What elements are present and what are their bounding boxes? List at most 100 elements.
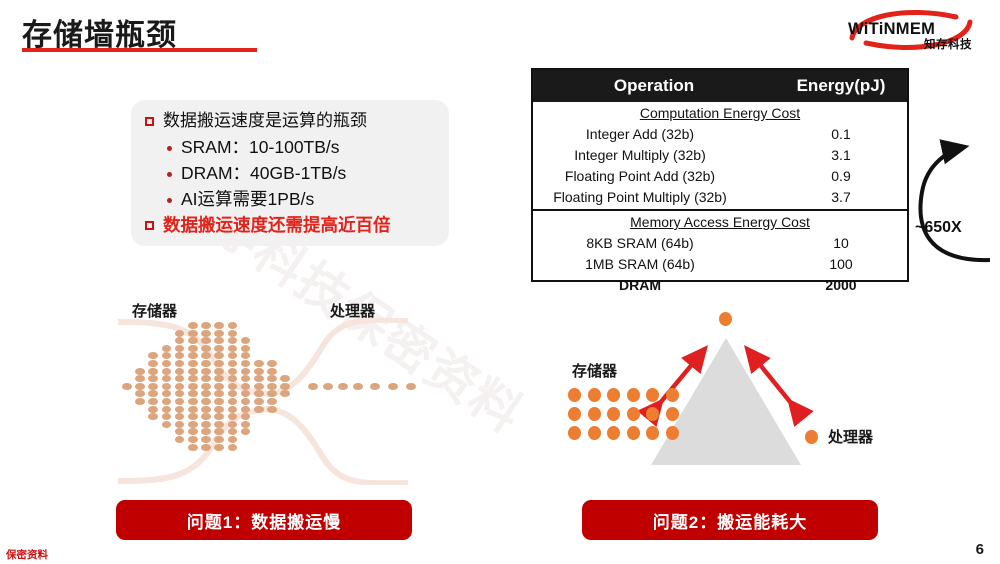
- table-header-row: Operation Energy(pJ): [533, 70, 907, 102]
- funnel-dot: [254, 367, 264, 375]
- funnel-dot: [201, 337, 211, 345]
- funnel-dot: [227, 382, 238, 390]
- funnel-stream-dot: [353, 382, 363, 390]
- funnel-dot: [201, 413, 211, 421]
- funnel-dot: [214, 443, 224, 451]
- funnel-dot: [161, 360, 172, 367]
- mountain-label-memory: 存储器: [572, 363, 618, 380]
- funnel-dot: [188, 436, 198, 443]
- funnel-dot: [240, 382, 251, 390]
- funnel-dot: [201, 344, 211, 352]
- cell-operation: Floating Point Multiply (32b): [553, 188, 727, 205]
- cell-operation: Floating Point Add (32b): [564, 167, 716, 184]
- bullet-item: DRAM：40GB-1TB/s: [141, 162, 449, 184]
- funnel-dot: [174, 382, 185, 390]
- funnel-dot: [254, 375, 264, 383]
- funnel-dot: [227, 367, 238, 375]
- memory-dot: [646, 388, 659, 402]
- funnel-dot: [188, 367, 198, 375]
- funnel-dot: [227, 329, 238, 337]
- funnel-dot: [201, 360, 211, 367]
- bullet-item: 数据搬运速度还需提高近百倍: [141, 214, 449, 236]
- cell-operation: DRAM: [619, 276, 661, 293]
- funnel-dot: [280, 382, 290, 390]
- funnel-dot: [201, 382, 211, 390]
- memory-dot: [626, 388, 640, 402]
- bullet-panel: 数据搬运速度是运算的瓶颈 SRAM：10-100TB/s DRAM：40GB-1…: [131, 100, 449, 246]
- funnel-stream-dot: [338, 382, 348, 390]
- memory-dot: [568, 388, 581, 402]
- funnel-dot: [267, 360, 277, 367]
- funnel-dot: [188, 344, 198, 352]
- problem-2-pill[interactable]: 问题2：搬运能耗大: [582, 500, 878, 540]
- funnel-dot: [188, 413, 198, 421]
- funnel-dot: [214, 329, 224, 337]
- problem-1-pill[interactable]: 问题1：数据搬运慢: [116, 500, 412, 540]
- funnel-stream-dot: [323, 382, 333, 390]
- funnel-dot: [201, 398, 211, 405]
- bullet-text-emphasis: 数据搬运速度还需提高近百倍: [163, 215, 391, 235]
- funnel-dot: [135, 382, 145, 390]
- table-section-title: Computation Energy Cost: [639, 105, 801, 121]
- funnel-dot: [161, 398, 172, 405]
- memory-dot: [607, 407, 620, 421]
- logo-svg: WiTiNMEM 知存科技: [848, 10, 973, 51]
- memory-dot: [587, 407, 601, 421]
- funnel-stream-dot: [388, 382, 398, 390]
- funnel-dot: [148, 382, 158, 390]
- memory-dot: [587, 426, 601, 440]
- comparison-arrow-icon: [918, 139, 991, 263]
- funnel-dot: [135, 375, 145, 383]
- bullet-text: DRAM：40GB-1TB/s: [181, 163, 347, 183]
- funnel-dot: [188, 398, 198, 405]
- square-bullet-icon: [145, 221, 154, 230]
- funnel-dot: [148, 398, 158, 405]
- funnel-dot: [214, 367, 224, 375]
- funnel-dot: [240, 344, 251, 352]
- funnel-dot: [135, 398, 145, 405]
- funnel-dot: [201, 367, 211, 375]
- funnel-dot: [227, 405, 238, 413]
- funnel-dot: [201, 322, 211, 329]
- funnel-dot: [254, 398, 264, 405]
- memory-dot: [665, 388, 679, 402]
- funnel-dot: [148, 367, 158, 375]
- funnel-dot: [174, 405, 185, 413]
- funnel-dot: [174, 329, 185, 337]
- peak-dot: [719, 312, 732, 326]
- bullet-item: AI运算需要1PB/s: [141, 188, 449, 210]
- funnel-dot: [201, 329, 211, 337]
- bottleneck-funnel-diagram: 存储器 处理器: [118, 300, 416, 485]
- company-logo: WiTiNMEM 知存科技: [836, 8, 986, 52]
- memory-dot: [568, 407, 581, 421]
- funnel-dot: [148, 360, 158, 367]
- funnel-dot: [201, 420, 211, 428]
- funnel-dot: [188, 329, 198, 337]
- svg-text:知存科技: 知存科技: [923, 37, 972, 51]
- funnel-dot: [214, 360, 224, 367]
- memory-dot: [568, 426, 581, 440]
- funnel-dot: [227, 420, 238, 428]
- funnel-dot: [122, 382, 132, 390]
- funnel-dot: [188, 375, 198, 383]
- funnel-dot: [161, 420, 172, 428]
- funnel-dot: [227, 360, 238, 367]
- funnel-dot: [188, 420, 198, 428]
- funnel-dot: [161, 367, 172, 375]
- confidential-footer: 保密资料: [6, 549, 48, 561]
- funnel-dot: [188, 337, 198, 345]
- funnel-stream-dot: [308, 382, 318, 390]
- memory-dot: [607, 388, 620, 402]
- funnel-dot: [214, 420, 224, 428]
- cell-operation: 8KB SRAM (64b): [586, 234, 694, 251]
- funnel-dot: [148, 405, 158, 413]
- round-bullet-icon: [167, 198, 172, 203]
- funnel-dot: [267, 375, 277, 383]
- funnel-dot: [174, 367, 185, 375]
- cell-operation: 1MB SRAM (64b): [585, 255, 695, 272]
- funnel-dot: [227, 344, 238, 352]
- funnel-dot: [254, 360, 264, 367]
- funnel-dot: [240, 405, 251, 413]
- memory-dot: [646, 426, 659, 440]
- funnel-dot: [267, 367, 277, 375]
